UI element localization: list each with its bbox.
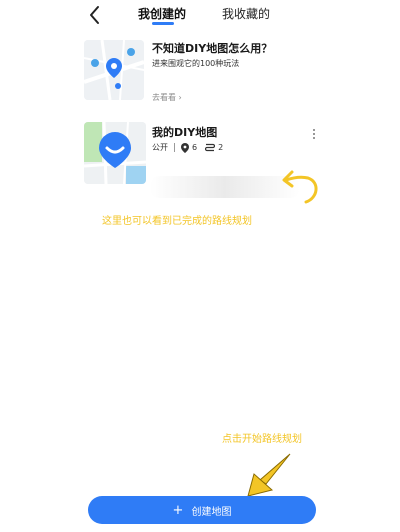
back-button[interactable] xyxy=(84,4,108,26)
annotation-view-routes: 这里也可以看到已完成的路线规划 xyxy=(102,216,252,227)
guide-card[interactable]: 不知道DIY地图怎么用？ 进来围观它的100种玩法 去看看 › xyxy=(84,38,324,104)
arrow-annotation xyxy=(247,453,291,497)
map-thumbnail xyxy=(84,122,146,184)
guide-link[interactable]: 去看看 › xyxy=(152,92,182,103)
chevron-left-icon xyxy=(90,6,99,24)
tab-active-indicator xyxy=(152,22,174,25)
place-count-value: 6 xyxy=(192,143,198,152)
tab-my-favorites[interactable]: 我收藏的 xyxy=(222,6,270,22)
chevron-right-icon: › xyxy=(178,93,182,102)
curved-arrow-annotation xyxy=(282,170,318,204)
guide-thumbnail xyxy=(84,40,144,100)
create-map-label: 创建地图 xyxy=(191,506,232,518)
plus-icon: + xyxy=(172,502,184,518)
location-pin-icon xyxy=(181,142,189,153)
map-meta: 公开 6 2 xyxy=(152,142,231,153)
place-count: 6 xyxy=(181,142,198,153)
tab-my-created[interactable]: 我创建的 xyxy=(138,6,186,22)
guide-link-label: 去看看 xyxy=(152,93,176,102)
annotation-start-routing: 点击开始路线规划 xyxy=(222,434,302,445)
guide-title: 不知道DIY地图怎么用？ xyxy=(152,42,273,55)
map-title: 我的DIY地图 xyxy=(152,126,218,139)
more-options-button[interactable] xyxy=(308,126,320,140)
guide-subtitle: 进来围观它的100种玩法 xyxy=(152,59,240,68)
create-map-button[interactable]: + 创建地图 xyxy=(88,496,316,524)
route-count-value: 2 xyxy=(218,143,224,152)
route-count: 2 xyxy=(205,143,223,152)
meta-divider xyxy=(174,143,175,152)
map-visibility: 公开 xyxy=(152,143,168,152)
top-bar: 我创建的 我收藏的 xyxy=(0,0,400,30)
more-vertical-icon xyxy=(313,129,315,139)
route-icon xyxy=(205,143,216,152)
